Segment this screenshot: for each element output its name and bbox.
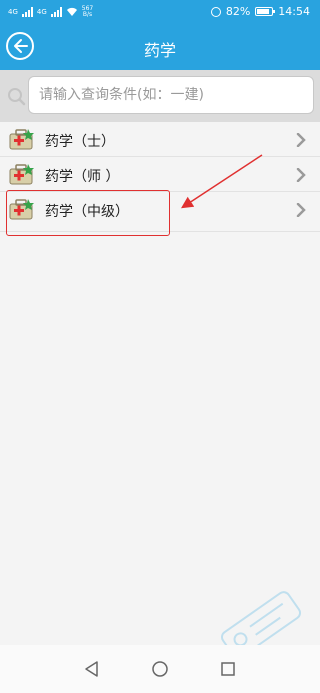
nav-back-icon[interactable] bbox=[82, 659, 102, 679]
wifi-icon bbox=[66, 7, 77, 17]
signal-icon-2 bbox=[50, 7, 62, 17]
medical-kit-icon bbox=[9, 199, 34, 220]
battery-level bbox=[257, 9, 269, 14]
search-input[interactable] bbox=[28, 76, 314, 114]
nav-home-icon[interactable] bbox=[150, 659, 170, 679]
medical-kit-icon bbox=[9, 129, 34, 150]
network-type-2: 4G bbox=[36, 7, 47, 16]
subject-list: 药学（士） 药学（师 ） 药学（中级） bbox=[0, 122, 320, 232]
chevron-right-icon bbox=[296, 203, 306, 217]
search-icon bbox=[8, 88, 26, 106]
list-item-pharmacy-assistant[interactable]: 药学（士） bbox=[0, 122, 320, 157]
title-bar: 药学 bbox=[0, 24, 320, 70]
network-speed: 567 B/s bbox=[82, 6, 93, 18]
medical-kit-icon bbox=[9, 164, 34, 185]
search-bar bbox=[0, 70, 320, 122]
nav-recents-icon[interactable] bbox=[218, 659, 238, 679]
clock: 14:54 bbox=[278, 5, 310, 18]
chevron-right-icon bbox=[296, 133, 306, 147]
item-label: 药学（士） bbox=[45, 134, 115, 150]
item-label: 药学（中级） bbox=[45, 204, 129, 220]
item-label: 药学（师 ） bbox=[45, 169, 120, 185]
signal-icon bbox=[21, 7, 33, 17]
speed-unit: B/s bbox=[82, 11, 93, 18]
status-right-group: 82% 14:54 bbox=[210, 5, 310, 18]
battery-percent: 82% bbox=[225, 5, 251, 18]
system-nav-bar bbox=[0, 645, 320, 693]
list-item-pharmacist[interactable]: 药学（师 ） bbox=[0, 157, 320, 192]
list-item-pharmacy-intermediate[interactable]: 药学（中级） bbox=[0, 192, 320, 232]
alarm-icon bbox=[210, 6, 221, 17]
chevron-right-icon bbox=[296, 168, 306, 182]
status-left-group: 4G 4G 567 B/s bbox=[8, 5, 93, 19]
battery-icon bbox=[255, 7, 276, 16]
page-title: 药学 bbox=[143, 41, 176, 60]
network-type: 4G bbox=[8, 7, 18, 16]
status-bar: 4G 4G 567 B/s 82% 14:54 bbox=[0, 0, 320, 24]
